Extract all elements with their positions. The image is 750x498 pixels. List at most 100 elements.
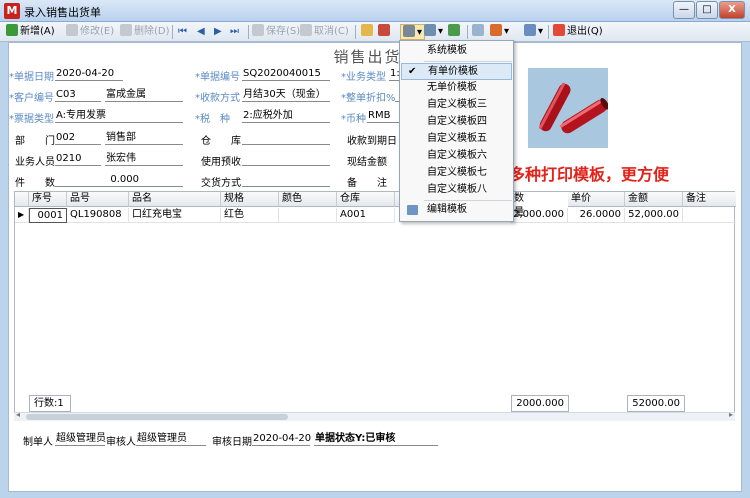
menu-item-price-template[interactable]: ✔ 有单价模板 <box>401 63 512 80</box>
new-button[interactable]: 新增(A) <box>6 24 55 40</box>
maker-label: 制单人 <box>23 437 53 448</box>
cell-code[interactable]: QL190808 <box>67 208 129 223</box>
maximize-button[interactable]: □ <box>696 1 718 19</box>
menu-item-label: 编辑模板 <box>427 204 467 215</box>
scroll-left-icon[interactable]: ◂ <box>16 410 20 419</box>
save-button[interactable]: 保存(S) <box>252 24 300 40</box>
column-header-warehouse[interactable]: 仓库 <box>337 192 395 207</box>
column-header-code[interactable]: 品号 <box>67 192 129 207</box>
column-header-seq[interactable]: 序号 <box>29 192 67 207</box>
refresh-button[interactable] <box>448 24 462 40</box>
cell-note[interactable] <box>683 208 736 223</box>
menu-item-custom-3[interactable]: 自定义模板三 <box>401 97 512 114</box>
first-record-button[interactable]: ⏮ <box>178 24 187 40</box>
minimize-button[interactable]: — <box>673 1 695 19</box>
paymode-field[interactable]: 月结30天（现金） <box>242 88 330 102</box>
new-label: 新增(A) <box>20 26 55 37</box>
export-button[interactable]: ▾ <box>424 24 443 40</box>
column-header-amount[interactable]: 金额 <box>625 192 683 207</box>
dropdown-arrow-icon: ▾ <box>538 26 544 37</box>
column-header-price[interactable]: 单价 <box>568 192 625 207</box>
cell-amount[interactable]: 52,000.00 <box>625 208 683 223</box>
printer-icon <box>403 25 415 37</box>
sales-code-field[interactable]: 0210 <box>55 152 101 166</box>
menu-item-system-template[interactable]: 系统模板 <box>401 43 512 60</box>
dept-code-field[interactable]: 002 <box>55 131 101 145</box>
dept-label: 部 门 <box>15 136 55 147</box>
print-template-button[interactable]: ▾ <box>400 24 426 40</box>
customer-code-field[interactable]: C03 <box>55 88 101 102</box>
currency-field[interactable]: RMB <box>367 109 403 123</box>
detail-grid: 序号 品号 品名 规格 颜色 仓库 数量 单价 金额 备注 ▶ 0001 QL1… <box>14 191 736 421</box>
cell-color[interactable] <box>279 208 337 223</box>
last-record-button[interactable]: ⏭ <box>230 24 239 40</box>
menu-item-custom-6[interactable]: 自定义模板六 <box>401 148 512 165</box>
modify-button[interactable]: 修改(E) <box>66 24 114 40</box>
audit-button[interactable] <box>378 24 392 40</box>
status-badge: 单据状态Y:已审核 <box>314 432 438 446</box>
prepay-field[interactable] <box>242 152 330 166</box>
title-bar: M 录入销售出货单 — □ X <box>0 0 750 22</box>
print-template-menu: 系统模板 ✔ 有单价模板 无单价模板 自定义模板三 自定义模板四 自定义模板五 自… <box>399 40 514 222</box>
copy-button[interactable] <box>361 24 375 40</box>
sales-label: 业务人员 <box>15 157 55 168</box>
scrollbar-thumb[interactable] <box>26 414 288 420</box>
attach-button[interactable] <box>472 24 486 40</box>
cell-spec[interactable]: 红色 <box>221 208 279 223</box>
delete-icon <box>120 24 132 36</box>
customer-name-field: 富成金属 <box>105 88 183 102</box>
invoice-field[interactable]: A:专用发票 <box>55 109 183 123</box>
next-record-button[interactable]: ▶ <box>214 24 222 40</box>
count-label: 件 数 <box>15 178 55 189</box>
refresh-icon <box>448 24 460 36</box>
cancel-button[interactable]: 取消(C) <box>300 24 349 40</box>
date-field[interactable]: 2020-04-20 <box>55 67 123 81</box>
menu-item-edit-template[interactable]: 编辑模板 <box>401 202 512 219</box>
cell-price[interactable]: 26.0000 <box>568 208 625 223</box>
page-title: 销售出货单 <box>333 48 419 66</box>
horizontal-scrollbar[interactable]: ◂ ▸ <box>14 410 735 421</box>
column-header-color[interactable]: 颜色 <box>279 192 337 207</box>
toolbar-separator <box>548 25 549 39</box>
audit-date-label: 审核日期 <box>212 437 252 448</box>
menu-item-custom-4[interactable]: 自定义模板四 <box>401 114 512 131</box>
cell-seq[interactable]: 0001 <box>29 208 67 223</box>
menu-item-custom-8[interactable]: 自定义模板八 <box>401 182 512 199</box>
menu-item-custom-7[interactable]: 自定义模板七 <box>401 165 512 182</box>
cancel-label: 取消(C) <box>314 26 349 37</box>
cell-name[interactable]: 口红充电宝 <box>129 208 221 223</box>
cell-qty[interactable]: 2,000.000 <box>510 208 568 223</box>
close-button[interactable]: X <box>719 1 745 19</box>
menu-item-custom-5[interactable]: 自定义模板五 <box>401 131 512 148</box>
product-image <box>528 68 609 148</box>
toolbar-separator <box>355 25 356 39</box>
warehouse-field[interactable] <box>242 131 330 145</box>
cash-label: 现结金额 <box>347 157 387 168</box>
date-label: *单据日期 <box>9 72 54 83</box>
dropdown-arrow-icon: ▾ <box>417 27 423 38</box>
menu-item-no-price-template[interactable]: 无单价模板 <box>401 80 512 97</box>
column-header-name[interactable]: 品名 <box>129 192 221 207</box>
menu-separator <box>424 200 512 201</box>
toolbar: 新增(A) 修改(E) 删除(D) ⏮ ◀ ▶ ⏭ 保存(S) 取消(C) ▾ … <box>0 22 750 42</box>
menu-separator <box>424 61 512 62</box>
total-amount: 52000.00 <box>627 395 685 412</box>
search-button[interactable]: ▾ <box>524 24 543 40</box>
tax-label: *税 种 <box>195 114 230 125</box>
view-button[interactable]: ▾ <box>490 24 509 40</box>
tax-field[interactable]: 2:应税外加 <box>242 109 330 123</box>
paymode-label: *收款方式 <box>195 93 240 104</box>
docno-field[interactable]: SQ2020040015 <box>242 67 330 81</box>
delivery-label: 交货方式 <box>201 178 241 189</box>
cell-warehouse[interactable]: A001 <box>337 208 395 223</box>
exit-button[interactable]: 退出(Q) <box>553 24 603 40</box>
prev-record-button[interactable]: ◀ <box>197 24 205 40</box>
row-pointer-icon: ▶ <box>15 208 29 223</box>
column-header-spec[interactable]: 规格 <box>221 192 279 207</box>
power-bank-image <box>528 68 609 148</box>
delivery-field[interactable] <box>242 173 330 187</box>
count-field[interactable]: 0.000 <box>55 173 183 187</box>
delete-button[interactable]: 删除(D) <box>120 24 170 40</box>
column-header-note[interactable]: 备注 <box>683 192 736 207</box>
scroll-right-icon[interactable]: ▸ <box>729 410 733 419</box>
